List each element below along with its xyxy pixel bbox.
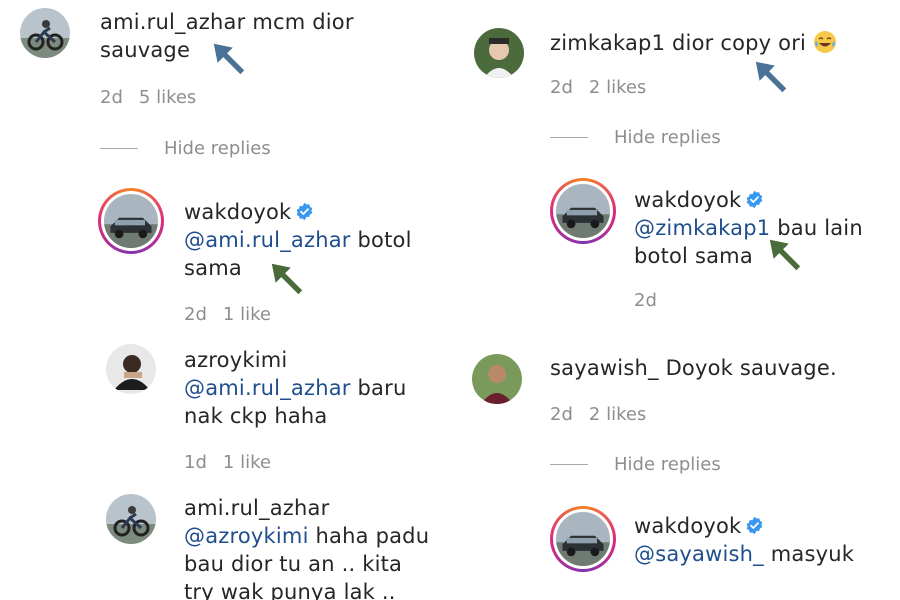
reply-text: wakdoyok @ami.rul_azhar botol sama [184,198,434,282]
left-comments-panel: ami.rul_azhar mcm dior sauvage 2d 5 likes… [0,0,445,600]
reply-body-cont: bau dior tu an .. kita [184,552,403,576]
comment-text: sayawish_ Doyok sauvage. [550,354,890,382]
avatar-zimkakap1[interactable] [474,28,524,78]
avatar-ami-rul-azhar[interactable] [106,494,156,544]
timestamp: 2d [550,404,573,425]
username[interactable]: azroykimi [184,348,287,372]
likes-count[interactable]: 2 likes [589,404,646,425]
right-comments-panel: zimkakap1 dior copy ori 2d 2 likes Hide r… [452,0,900,600]
reply-body-cont: sama [184,256,242,280]
avatar-azroykimi[interactable] [106,344,156,394]
mention-link[interactable]: @ami.rul_azhar [184,228,351,252]
reply-body: baru [357,376,407,400]
hide-replies-label: Hide replies [614,127,721,148]
divider-line [550,137,588,138]
comment-body: mcm dior [252,10,354,34]
hide-replies-button[interactable]: Hide replies [550,127,721,148]
story-ring[interactable] [98,188,164,254]
pointer-arrow-icon [210,40,248,78]
reply-body: haha padu [315,524,430,548]
comment-meta: 2d 2 likes [550,77,646,98]
reply-body-cont2: try wak punya lak .. [184,580,396,600]
avatar-wakdoyok[interactable] [556,184,610,238]
mention-link[interactable]: @ami.rul_azhar [184,376,351,400]
verified-badge-icon [295,202,314,221]
comment-meta: 2d 5 likes [100,87,196,108]
reply-body-cont: nak ckp haha [184,404,328,428]
reply-text: wakdoyok @sayawish_ masyuk [634,512,894,568]
comment-text: ami.rul_azhar mcm dior sauvage [100,8,430,64]
divider-line [100,148,138,149]
username[interactable]: wakdoyok [184,200,291,224]
crying-laughing-emoji-icon [813,30,837,54]
hide-replies-label: Hide replies [164,138,271,159]
comment-text: zimkakap1 dior copy ori [550,29,880,57]
avatar-wakdoyok[interactable] [104,194,158,248]
timestamp: 2d [550,77,573,98]
username[interactable]: sayawish_ [550,356,659,380]
avatar-ami-rul-azhar[interactable] [20,8,70,58]
reply-meta: 1d 1 like [184,452,271,473]
username[interactable]: wakdoyok [634,514,741,538]
mention-link[interactable]: @sayawish_ [634,542,764,566]
likes-count[interactable]: 1 like [223,304,271,325]
reply-body: masyuk [770,542,855,566]
mention-link[interactable]: @zimkakap1 [634,216,770,240]
hide-replies-button[interactable]: Hide replies [550,454,721,475]
username[interactable]: wakdoyok [634,188,741,212]
reply-meta: 2d [634,290,657,311]
avatar-wakdoyok[interactable] [556,512,610,566]
verified-badge-icon [745,190,764,209]
likes-count[interactable]: 5 likes [139,87,196,108]
username[interactable]: ami.rul_azhar [184,496,329,520]
reply-body: botol [357,228,412,252]
likes-count[interactable]: 1 like [223,452,271,473]
story-ring[interactable] [550,178,616,244]
comment-body-cont: sauvage [100,38,191,62]
username[interactable]: ami.rul_azhar [100,10,245,34]
pointer-arrow-icon [268,260,306,298]
likes-count[interactable]: 2 likes [589,77,646,98]
timestamp: 2d [100,87,123,108]
hide-replies-button[interactable]: Hide replies [100,138,271,159]
comment-meta: 2d 2 likes [550,404,646,425]
reply-body-cont: botol sama [634,244,753,268]
reply-text: azroykimi @ami.rul_azhar baru nak ckp ha… [184,346,434,430]
panel-divider [445,0,452,600]
hide-replies-label: Hide replies [614,454,721,475]
timestamp: 2d [634,290,657,311]
pointer-arrow-icon [766,236,804,274]
verified-badge-icon [745,516,764,535]
divider-line [550,464,588,465]
pointer-arrow-icon [752,58,790,96]
username[interactable]: zimkakap1 [550,31,665,55]
mention-link[interactable]: @azroykimi [184,524,309,548]
avatar-sayawish[interactable] [472,354,522,404]
timestamp: 2d [184,304,207,325]
comment-body: Doyok sauvage. [665,356,837,380]
reply-text: ami.rul_azhar @azroykimi haha padu bau d… [184,494,444,600]
timestamp: 1d [184,452,207,473]
reply-meta: 2d 1 like [184,304,271,325]
reply-text: wakdoyok @zimkakap1 bau lain botol sama [634,186,894,270]
comment-body: dior copy ori [672,31,807,55]
story-ring[interactable] [550,506,616,572]
